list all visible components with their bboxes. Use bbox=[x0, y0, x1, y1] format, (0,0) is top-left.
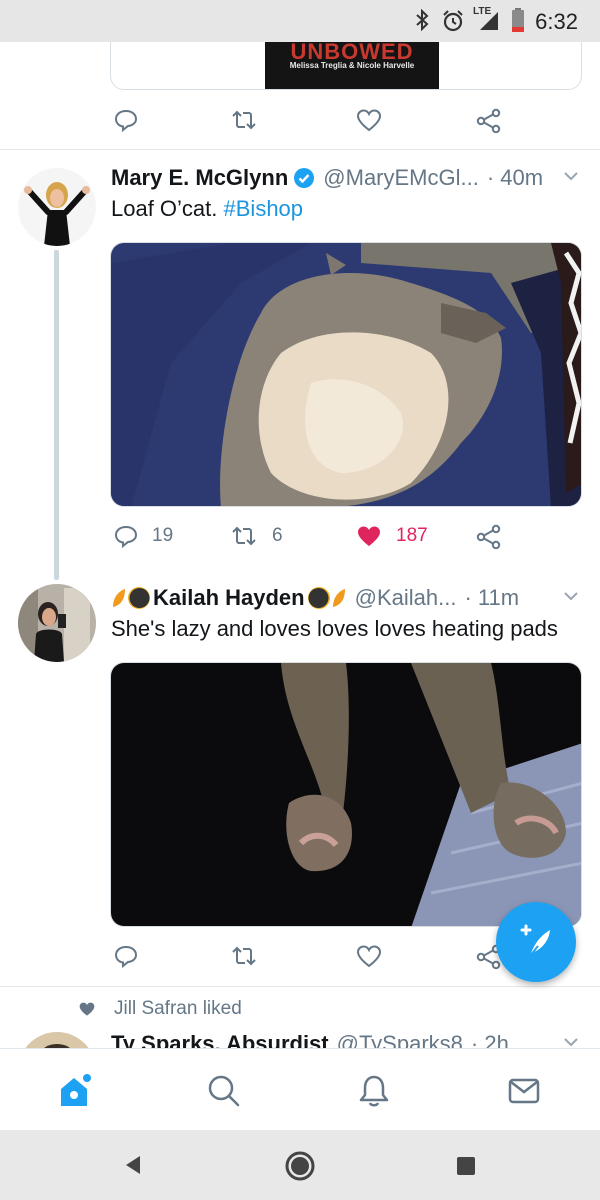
share-button[interactable] bbox=[476, 108, 502, 134]
tweet-body: Loaf O’cat. bbox=[111, 196, 224, 221]
tab-search[interactable] bbox=[202, 1069, 246, 1113]
tab-home[interactable] bbox=[52, 1069, 96, 1113]
envelope-icon bbox=[508, 1078, 540, 1104]
chevron-down-icon[interactable] bbox=[561, 586, 581, 612]
tweet-header: Mary E. McGlynn @MaryEMcGl... · 40m bbox=[111, 162, 581, 194]
clock: 6:32 bbox=[535, 9, 578, 34]
retweet-icon bbox=[232, 946, 256, 966]
reply-button[interactable] bbox=[114, 944, 138, 968]
card-subtitle: Melissa Treglia & Nicole Harvelle bbox=[289, 61, 415, 70]
heart-icon bbox=[356, 945, 382, 968]
avatar[interactable] bbox=[18, 1032, 96, 1048]
back-triangle-icon bbox=[126, 1156, 140, 1174]
share-icon bbox=[476, 108, 501, 134]
avatar[interactable] bbox=[18, 584, 96, 662]
home-circle-icon bbox=[285, 1151, 315, 1181]
display-name[interactable]: Kailah Hayden bbox=[153, 585, 305, 611]
new-moon-emoji-icon bbox=[127, 586, 151, 610]
heart-filled-icon bbox=[358, 526, 380, 546]
like-button[interactable] bbox=[356, 944, 382, 968]
handle[interactable]: @TySparks8 bbox=[337, 1031, 463, 1048]
like-button[interactable]: 187 bbox=[356, 524, 428, 548]
leaf-emoji-icon bbox=[331, 587, 347, 609]
tweet-text: Loaf O’cat. #Bishop bbox=[111, 196, 303, 222]
search-icon bbox=[208, 1075, 240, 1107]
tweet-photo[interactable] bbox=[110, 662, 582, 927]
display-name[interactable]: Mary E. McGlynn bbox=[111, 165, 288, 191]
recents-button[interactable] bbox=[456, 1156, 476, 1181]
battery-icon bbox=[511, 8, 525, 37]
tweet-actions: 19 6 187 bbox=[110, 524, 510, 564]
share-icon bbox=[476, 524, 501, 550]
retweet-icon bbox=[232, 526, 256, 546]
bluetooth-icon bbox=[414, 8, 430, 36]
tweet-actions bbox=[110, 944, 510, 984]
tab-messages[interactable] bbox=[502, 1069, 546, 1113]
handle[interactable]: @Kailah... bbox=[355, 585, 457, 611]
signal-icon bbox=[478, 10, 500, 37]
alarm-icon bbox=[441, 9, 465, 38]
reply-icon bbox=[114, 945, 138, 968]
chevron-down-icon[interactable] bbox=[561, 166, 581, 192]
back-button[interactable] bbox=[122, 1154, 144, 1181]
reply-icon bbox=[114, 109, 138, 132]
bell-icon bbox=[359, 1075, 389, 1107]
social-context: Jill Safran liked bbox=[78, 998, 242, 1020]
like-button[interactable] bbox=[356, 108, 382, 132]
tweet-header: Ty Sparks, Absurdist @TySparks8 · 2h bbox=[111, 1028, 581, 1048]
retweet-count: 6 bbox=[272, 525, 283, 546]
share-button[interactable] bbox=[476, 524, 502, 550]
book-cover-image: UNBOWED Melissa Treglia & Nicole Harvell… bbox=[265, 42, 439, 89]
home-button[interactable] bbox=[284, 1150, 316, 1187]
recents-square-icon bbox=[457, 1157, 475, 1175]
display-name[interactable]: Ty Sparks, Absurdist bbox=[111, 1031, 329, 1048]
compose-tweet-button[interactable] bbox=[496, 902, 576, 982]
timestamp: · 11m bbox=[464, 585, 520, 610]
home-icon bbox=[61, 1073, 92, 1106]
tab-notifications[interactable] bbox=[352, 1069, 396, 1113]
new-moon-emoji-icon bbox=[307, 586, 331, 610]
leaf-emoji-icon bbox=[111, 587, 127, 609]
reply-count: 19 bbox=[152, 525, 174, 546]
timestamp: · 40m bbox=[486, 165, 544, 190]
retweet-button[interactable] bbox=[230, 108, 258, 132]
tweet-text: She's lazy and loves loves loves heating… bbox=[111, 616, 558, 641]
chevron-down-icon[interactable] bbox=[561, 1032, 581, 1048]
verified-badge-icon bbox=[293, 167, 315, 189]
tweet-header: Kailah Hayden @Kailah... · 11m bbox=[111, 582, 581, 614]
like-count: 187 bbox=[396, 525, 428, 546]
status-bar: LTE 6:32 bbox=[0, 0, 600, 42]
heart-filled-icon bbox=[79, 1002, 95, 1016]
timeline-feed[interactable]: UNBOWED Melissa Treglia & Nicole Harvell… bbox=[0, 42, 600, 1048]
compose-feather-icon bbox=[520, 924, 550, 957]
retweet-icon bbox=[232, 110, 256, 130]
link-card[interactable]: UNBOWED Melissa Treglia & Nicole Harvell… bbox=[110, 42, 582, 90]
retweet-button[interactable]: 6 bbox=[230, 524, 283, 548]
reply-button[interactable]: 19 bbox=[114, 524, 173, 548]
handle[interactable]: @MaryEMcGl... bbox=[323, 165, 479, 191]
avatar[interactable] bbox=[18, 168, 96, 246]
tweet-actions bbox=[110, 108, 510, 148]
hashtag-link[interactable]: #Bishop bbox=[224, 196, 304, 221]
system-navigation-bar bbox=[0, 1130, 600, 1200]
thread-line bbox=[54, 250, 59, 580]
tweet-photo[interactable] bbox=[110, 242, 582, 507]
heart-icon bbox=[356, 109, 382, 132]
reply-button[interactable] bbox=[114, 108, 138, 132]
bottom-tab-bar bbox=[0, 1048, 600, 1130]
liked-by-text: Jill Safran liked bbox=[114, 998, 242, 1019]
reply-icon bbox=[114, 525, 138, 548]
divider bbox=[0, 149, 600, 150]
retweet-button[interactable] bbox=[230, 944, 258, 968]
timestamp: · 2h bbox=[470, 1031, 509, 1048]
divider bbox=[0, 986, 600, 987]
